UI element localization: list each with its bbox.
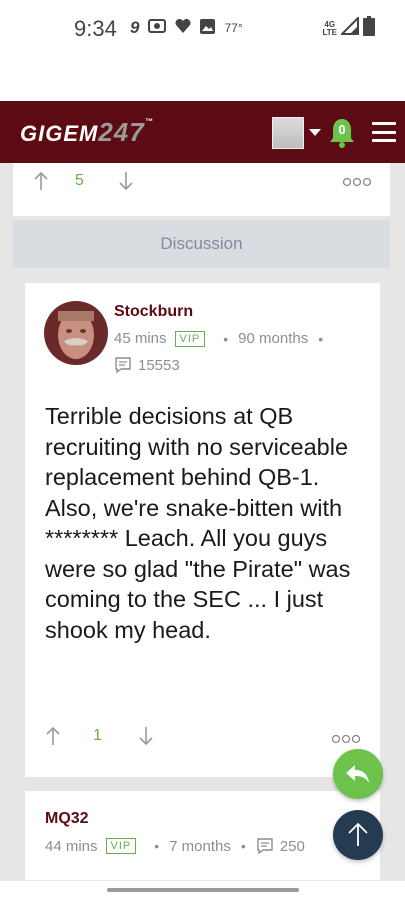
avatar[interactable] [44,301,108,365]
post-card: MQ32 44 mins VIP • 7 months • 250 [25,791,380,888]
upvote-icon[interactable] [45,726,61,746]
status-bar: 9:34 9 77° 4G LTE [0,0,405,60]
separator: • [223,330,229,347]
reply-icon [346,765,369,783]
discussion-header: Discussion [13,220,390,268]
battery-icon [363,16,375,41]
post-time: 45 mins [114,330,167,347]
username[interactable]: MQ32 [45,810,89,828]
post-count: 250 [279,837,305,855]
wifi-calling-icon: 9 [130,18,140,37]
member-tenure: 90 months [238,330,309,347]
status-icons-right: 4G LTE [322,15,375,41]
notification-count: 0 [338,122,346,137]
username[interactable]: Stockburn [114,303,193,321]
user-avatar-button[interactable] [272,117,304,149]
comment-icon [257,838,273,855]
post-card: Stockburn 45 mins VIP • 90 months • 1555… [25,283,380,777]
post-time: 44 mins [45,837,98,855]
downvote-icon[interactable] [118,171,134,191]
member-tenure: 7 months [169,837,231,855]
reply-button[interactable] [333,749,383,799]
network-indicator: 4G LTE [322,19,337,37]
chevron-down-icon[interactable] [309,129,321,136]
status-time: 9:34 [74,16,117,41]
site-logo[interactable]: GIGEM247™ [20,117,154,148]
comment-icon [115,357,131,374]
post-count: 15553 [138,356,180,374]
vip-badge: VIP [105,838,137,854]
downvote-icon[interactable] [138,726,154,746]
signal-icon [339,15,359,40]
separator: • [318,330,324,347]
vote-count: 1 [93,727,102,744]
heart-icon [175,18,191,37]
vote-row: 5 [33,171,134,191]
vote-count: 5 [75,172,84,189]
separator: • [240,838,246,854]
post-meta: 44 mins VIP • 7 months • 250 [45,837,305,855]
status-temperature: 77° [224,21,243,35]
arrow-up-icon [348,822,368,846]
previous-post-card: 5 [13,163,390,216]
camera-icon [148,19,167,37]
post-meta: 45 mins VIP • 90 months • [114,330,333,347]
vip-badge: VIP [174,330,206,347]
post-count-row: 15553 [114,356,180,374]
upvote-icon[interactable] [33,171,49,191]
system-nav-bar [0,880,405,900]
status-icons-left: 9 77° [130,18,243,38]
home-gesture-handle[interactable] [107,888,299,892]
image-icon [200,18,216,38]
more-icon[interactable] [343,177,371,187]
separator: • [154,838,160,854]
menu-icon[interactable] [372,122,396,142]
post-body: Terrible decisions at QB recruiting with… [45,403,351,643]
vote-row: 1 [45,726,154,746]
more-icon[interactable] [332,734,360,744]
scroll-to-top-button[interactable] [333,810,383,860]
